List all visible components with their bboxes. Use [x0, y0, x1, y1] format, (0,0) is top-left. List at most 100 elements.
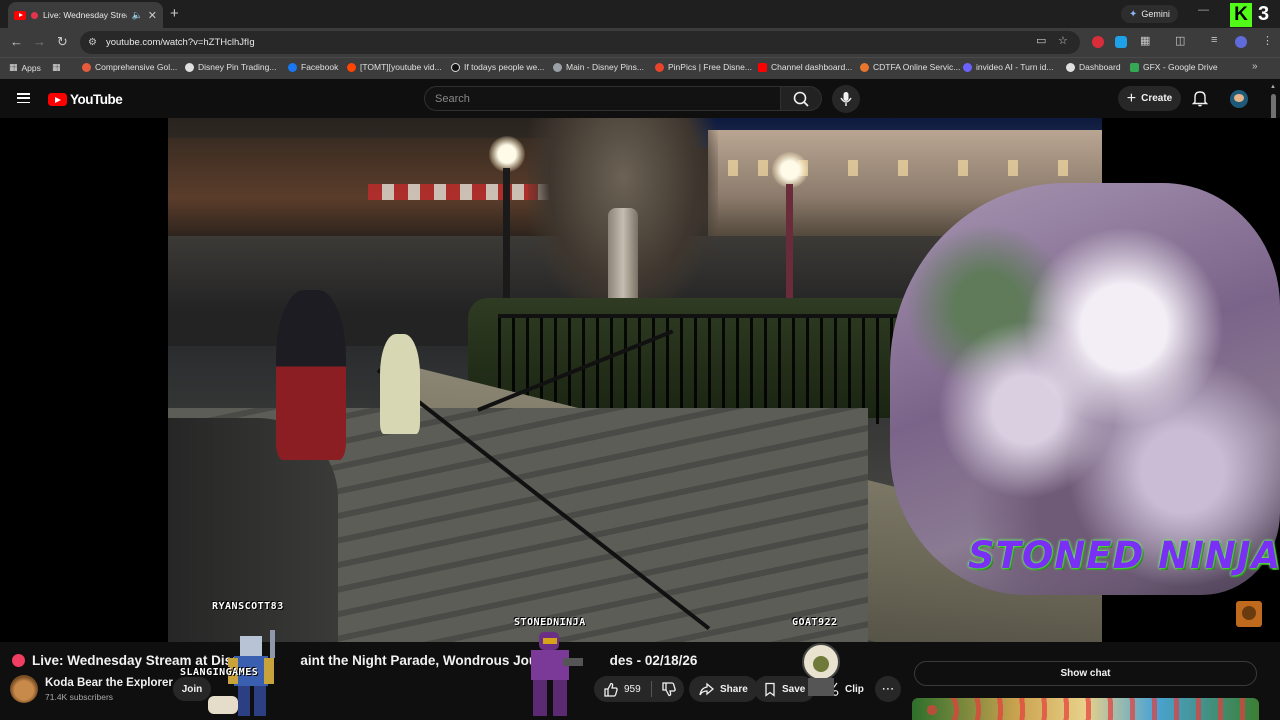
bookmark-label: Main - Disney Pins...	[566, 62, 644, 72]
minimize-window-icon[interactable]: —	[1198, 4, 1209, 16]
thumbs-down-icon	[661, 681, 676, 696]
extensions-puzzle-icon[interactable]: ▦	[1140, 34, 1150, 47]
facebook-icon	[288, 62, 297, 72]
create-label: Create	[1141, 93, 1173, 104]
bookmark-item[interactable]: Facebook	[288, 62, 338, 72]
bookmark-label: Channel dashboard...	[771, 62, 853, 72]
account-avatar[interactable]	[1230, 90, 1248, 108]
bookmark-item[interactable]: If todays people we...	[451, 62, 544, 72]
subscriber-count: 71.4K subscribers	[45, 692, 114, 702]
extension-blue-icon[interactable]	[1115, 36, 1127, 48]
reddit-icon	[347, 62, 356, 72]
video-title-end: des - 02/18/26	[609, 653, 698, 668]
bookmark-label: PinPics | Free Disne...	[668, 62, 752, 72]
tiktok-icon	[451, 62, 460, 72]
browser-menu-icon[interactable]: ⋮	[1262, 34, 1273, 47]
address-bar[interactable]: ⚙ youtube.com/watch?v=hZTHclhJfIg	[80, 31, 1080, 54]
recommended-video-thumbnail[interactable]	[912, 698, 1259, 720]
like-button[interactable]: 959	[594, 676, 649, 702]
lamp-light	[489, 136, 525, 172]
bookmark-favicon-icon	[963, 62, 972, 72]
bookmark-item[interactable]: PinPics | Free Disne...	[655, 62, 752, 72]
bookmark-star-icon[interactable]: ☆	[1058, 34, 1068, 47]
profile-avatar-icon[interactable]	[1235, 36, 1247, 48]
close-tab-icon[interactable]: ✕	[148, 9, 157, 22]
cast-icon[interactable]: ▭	[1036, 34, 1046, 47]
lamp-light	[772, 152, 808, 188]
search-button[interactable]	[781, 86, 822, 111]
bookmark-item[interactable]: [TOMT][youtube vid...	[347, 62, 442, 72]
bookmark-label: Apps	[21, 62, 41, 73]
microphone-icon	[840, 92, 852, 106]
youtube-header: YouTube Search + Create	[0, 80, 1280, 118]
plus-icon: +	[1126, 89, 1137, 107]
overlay-label-goat: GOAT922	[792, 617, 838, 628]
bookmark-item[interactable]: Main - Disney Pins...	[553, 62, 644, 72]
bookmark-favicon-icon	[860, 62, 869, 72]
new-tab-icon[interactable]: +	[170, 5, 179, 22]
overlay-sprite-spartan-icon	[531, 632, 583, 716]
bookmark-item[interactable]: invideo AI - Turn id...	[963, 62, 1053, 72]
voice-search-button[interactable]	[832, 85, 860, 113]
youtube-wordmark: YouTube	[70, 92, 123, 107]
bookmark-label: If todays people we...	[464, 62, 545, 72]
bell-icon	[1192, 91, 1208, 107]
bookmark-favicon-icon	[1066, 62, 1075, 72]
share-button[interactable]: Share	[689, 676, 758, 702]
more-actions-button[interactable]: ⋯	[875, 676, 901, 702]
scene-person	[276, 290, 346, 460]
overlay-label-slangin: SLANGINGAMES	[180, 667, 259, 678]
bookmark-label: Comprehensive Gol...	[95, 62, 178, 72]
search-input[interactable]: Search	[424, 86, 781, 111]
share-label: Share	[720, 683, 748, 695]
bookmark-label: invideo AI - Turn id...	[976, 62, 1054, 72]
bookmark-apps[interactable]: ▦ Apps	[9, 62, 41, 73]
channel-avatar[interactable]	[10, 675, 38, 703]
thumbs-up-icon	[604, 682, 618, 697]
bookmark-favicon-icon	[553, 62, 562, 72]
site-info-icon[interactable]: ⚙	[88, 37, 97, 48]
extension-red-icon[interactable]	[1092, 36, 1104, 48]
share-arrow-icon	[699, 682, 714, 696]
more-bookmarks-icon[interactable]: »	[1252, 61, 1258, 72]
video-player[interactable]: STONED NINJA RYANSCOTT83 STONEDNINJA GOA…	[0, 118, 1280, 642]
bookmark-label: Facebook	[301, 62, 339, 72]
bookmark-label: Disney Pin Trading...	[198, 62, 277, 72]
overlay-label-stonedninja: STONEDNINJA	[514, 617, 586, 628]
bookmark-label: [TOMT][youtube vid...	[360, 62, 442, 72]
show-chat-button[interactable]: Show chat	[914, 661, 1257, 686]
guide-menu-icon[interactable]	[17, 93, 30, 104]
channel-name[interactable]: Koda Bear the Explorer	[45, 677, 173, 689]
kick-logo-icon[interactable]: K	[1230, 3, 1252, 27]
tab-groups-icon[interactable]: ▦	[52, 62, 61, 73]
back-arrow-icon[interactable]: ←	[10, 34, 23, 49]
video-title: Live: Wednesday Stream at Disn aint the N…	[12, 653, 697, 668]
create-button[interactable]: + Create	[1118, 86, 1181, 111]
bookmark-item[interactable]: Disney Pin Trading...	[185, 62, 276, 72]
browser-tabstrip: Live: Wednesday Stream at Disn 🔈 ✕ + ✦ G…	[0, 0, 1280, 28]
google-drive-icon	[1130, 62, 1139, 72]
media-controls-icon[interactable]: ≡	[1211, 34, 1217, 46]
bookmark-item[interactable]: Channel dashboard...	[758, 62, 852, 72]
bookmark-save-icon	[765, 682, 775, 697]
address-url[interactable]: youtube.com/watch?v=hZTHclhJfIg	[106, 37, 255, 48]
reload-icon[interactable]: ↻	[57, 34, 68, 50]
browser-tab-active[interactable]: Live: Wednesday Stream at Disn 🔈 ✕	[8, 2, 163, 28]
kick-badge-count: 3	[1258, 3, 1270, 25]
bookmark-item[interactable]: Comprehensive Gol...	[82, 62, 177, 72]
youtube-logo[interactable]: YouTube	[48, 92, 123, 107]
gemini-button[interactable]: ✦ Gemini	[1121, 5, 1178, 23]
gemini-sparkle-icon: ✦	[1129, 8, 1138, 20]
overlay-sprite-goat-icon	[802, 643, 840, 696]
side-panel-icon[interactable]: ◫	[1175, 34, 1185, 47]
bookmark-item[interactable]: Dashboard	[1066, 62, 1121, 72]
dislike-button[interactable]	[652, 676, 684, 702]
forward-arrow-icon[interactable]: →	[33, 34, 46, 49]
bookmark-item[interactable]: CDTFA Online Servic...	[860, 62, 960, 72]
speaker-icon[interactable]: 🔈	[132, 10, 143, 21]
scroll-up-arrow-icon[interactable]: ▲	[1270, 84, 1276, 90]
bookmark-item[interactable]: GFX - Google Drive	[1130, 62, 1218, 72]
corner-badge-icon	[1236, 601, 1262, 627]
search-icon	[793, 91, 809, 107]
notifications-button[interactable]	[1192, 90, 1208, 107]
